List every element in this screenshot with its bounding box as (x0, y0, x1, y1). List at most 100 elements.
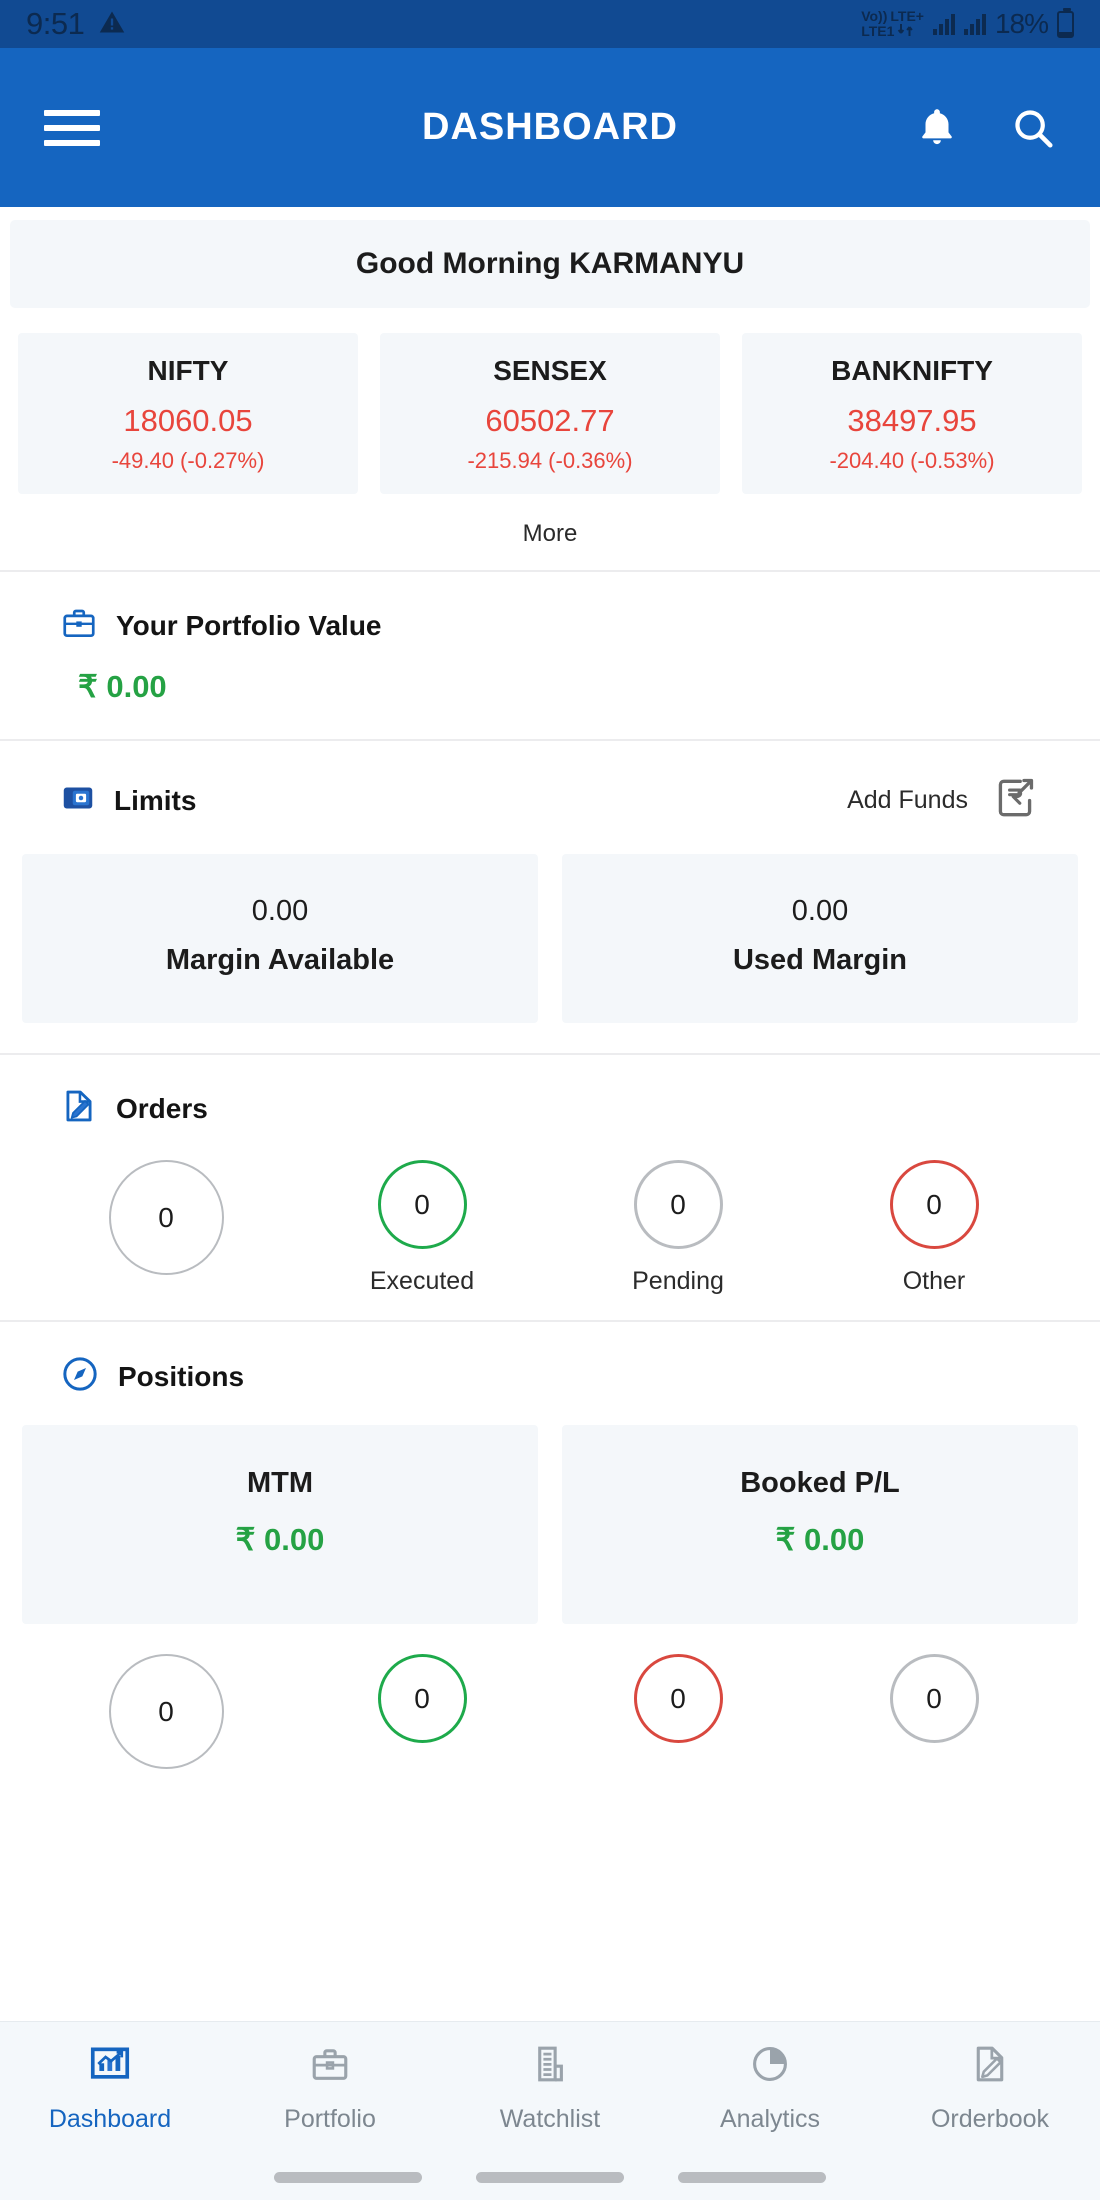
positions-loss-count: 0 (633, 1654, 723, 1743)
gesture-pill[interactable] (274, 2171, 422, 2183)
positions-circle-total[interactable]: 0 (38, 1654, 294, 1769)
list-document-icon (528, 2042, 572, 2091)
gesture-bar (0, 2154, 1100, 2200)
mtm-tile[interactable]: MTM ₹ 0.00 (22, 1425, 538, 1624)
positions-circle-open[interactable]: 0 (294, 1654, 550, 1769)
orders-circle-executed[interactable]: 0 Executed (294, 1160, 550, 1296)
nav-label-dashboard: Dashboard (48, 2105, 172, 2133)
orders-pending-label: Pending (632, 1267, 724, 1295)
margin-available-tile[interactable]: 0.00 Margin Available (22, 854, 538, 1023)
orders-circle-pending[interactable]: 0 Pending (550, 1160, 806, 1296)
index-name: SENSEX (493, 355, 607, 386)
limits-header: Limits Add Funds (0, 773, 1100, 828)
portfolio-section: Your Portfolio Value ₹ 0.00 (0, 572, 1100, 739)
positions-title: Positions (118, 1360, 245, 1392)
status-clock: 9:51 (26, 6, 85, 41)
lte-plus-label: LTE+ (890, 8, 924, 24)
orders-executed-label: Executed (369, 1267, 475, 1295)
bell-icon[interactable] (914, 105, 960, 151)
index-ltp: 18060.05 (123, 403, 253, 438)
pie-chart-icon (748, 2042, 792, 2091)
bottom-navigation: Dashboard Portfolio Watchlist Analytics … (0, 2021, 1100, 2154)
positions-open-count: 0 (377, 1654, 467, 1743)
portfolio-title: Your Portfolio Value (116, 609, 382, 641)
order-edit-icon (968, 2042, 1012, 2091)
mtm-value: ₹ 0.00 (235, 1522, 325, 1557)
used-margin-label: Used Margin (732, 944, 908, 976)
battery-icon (1057, 7, 1074, 38)
orders-header: Orders (0, 1087, 1100, 1130)
used-margin-value: 0.00 (791, 895, 849, 927)
orders-circle-other[interactable]: 0 Other (806, 1160, 1062, 1296)
orders-title: Orders (116, 1092, 208, 1124)
index-name: NIFTY (147, 355, 229, 386)
booked-pl-label: Booked P/L (740, 1467, 900, 1499)
briefcase-icon (60, 604, 98, 647)
nav-label-portfolio: Portfolio (284, 2105, 376, 2133)
positions-tiles: MTM ₹ 0.00 Booked P/L ₹ 0.00 (0, 1399, 1100, 1624)
status-bar-right: Vo)) LTE+ LTE1 18% (861, 7, 1074, 40)
portfolio-value: ₹ 0.00 (78, 669, 167, 704)
index-card-banknifty[interactable]: BANKNIFTY 38497.95 -204.40 (-0.53%) (742, 333, 1082, 494)
index-name: BANKNIFTY (831, 355, 993, 386)
positions-total-count: 0 (108, 1654, 224, 1769)
positions-section: Positions MTM ₹ 0.00 Booked P/L ₹ 0.00 0… (0, 1322, 1100, 1769)
booked-pl-tile[interactable]: Booked P/L ₹ 0.00 (562, 1425, 1078, 1624)
index-change: -204.40 (-0.53%) (829, 448, 995, 473)
margin-available-label: Margin Available (165, 944, 395, 976)
nav-item-analytics[interactable]: Analytics (660, 2042, 880, 2134)
positions-circle-loss[interactable]: 0 (550, 1654, 806, 1769)
app-bar: DASHBOARD (0, 48, 1100, 207)
orders-total-count: 0 (108, 1160, 224, 1275)
wallet-card-icon (60, 780, 96, 821)
orders-other-count: 0 (889, 1160, 979, 1249)
compass-icon (60, 1354, 100, 1399)
more-indices-button[interactable]: More (0, 494, 1100, 570)
limits-tiles: 0.00 Margin Available 0.00 Used Margin (0, 828, 1100, 1023)
positions-circles: 0 0 0 0 (0, 1624, 1100, 1769)
chart-growth-icon (88, 2042, 132, 2091)
status-bar-left: 9:51 (26, 6, 126, 42)
limits-actions: Add Funds (847, 773, 1040, 828)
hamburger-menu-icon[interactable] (44, 109, 100, 146)
index-ltp: 60502.77 (485, 403, 615, 438)
orders-other-label: Other (902, 1267, 966, 1295)
gesture-pill[interactable] (678, 2171, 826, 2183)
battery-percent-label: 18% (994, 8, 1049, 39)
greeting-banner: Good Morning KARMANYU (10, 220, 1090, 308)
nav-label-analytics: Analytics (719, 2105, 821, 2133)
index-card-sensex[interactable]: SENSEX 60502.77 -215.94 (-0.36%) (380, 333, 720, 494)
portfolio-header: Your Portfolio Value (0, 604, 1100, 647)
status-bar: 9:51 Vo)) LTE+ LTE1 18% (0, 0, 1100, 48)
booked-pl-value: ₹ 0.00 (775, 1522, 865, 1557)
positions-header: Positions (0, 1354, 1100, 1399)
add-funds-label[interactable]: Add Funds (847, 786, 968, 815)
orders-circles: 0 0 Executed 0 Pending 0 Other (0, 1130, 1100, 1296)
used-margin-tile[interactable]: 0.00 Used Margin (562, 854, 1078, 1023)
rupee-transfer-icon[interactable] (990, 773, 1040, 828)
index-change: -215.94 (-0.36%) (467, 448, 633, 473)
positions-circle-closed[interactable]: 0 (806, 1654, 1062, 1769)
volte-label: Vo)) (861, 8, 888, 24)
orders-executed-count: 0 (377, 1160, 467, 1249)
nav-label-watchlist: Watchlist (499, 2105, 601, 2133)
index-ltp: 38497.95 (847, 403, 977, 438)
data-transfer-icon (897, 23, 915, 39)
warning-triangle-icon (98, 8, 126, 41)
orders-circle-total[interactable]: 0 (38, 1160, 294, 1296)
portfolio-value-wrap: ₹ 0.00 (0, 647, 1100, 739)
signal-bars-sim1-icon (932, 13, 955, 35)
search-icon[interactable] (1010, 105, 1056, 151)
order-edit-icon (60, 1087, 98, 1130)
signal-bars-sim2-icon (963, 13, 986, 35)
index-card-nifty[interactable]: NIFTY 18060.05 -49.40 (-0.27%) (18, 333, 358, 494)
network-indicator: Vo)) LTE+ LTE1 (861, 9, 924, 39)
nav-item-orderbook[interactable]: Orderbook (880, 2042, 1100, 2134)
app-bar-actions (914, 105, 1056, 151)
gesture-pill[interactable] (476, 2171, 624, 2183)
nav-item-watchlist[interactable]: Watchlist (440, 2042, 660, 2134)
nav-item-dashboard[interactable]: Dashboard (0, 2042, 220, 2134)
nav-item-portfolio[interactable]: Portfolio (220, 2042, 440, 2134)
orders-pending-count: 0 (633, 1160, 723, 1249)
index-change: -49.40 (-0.27%) (111, 448, 265, 473)
